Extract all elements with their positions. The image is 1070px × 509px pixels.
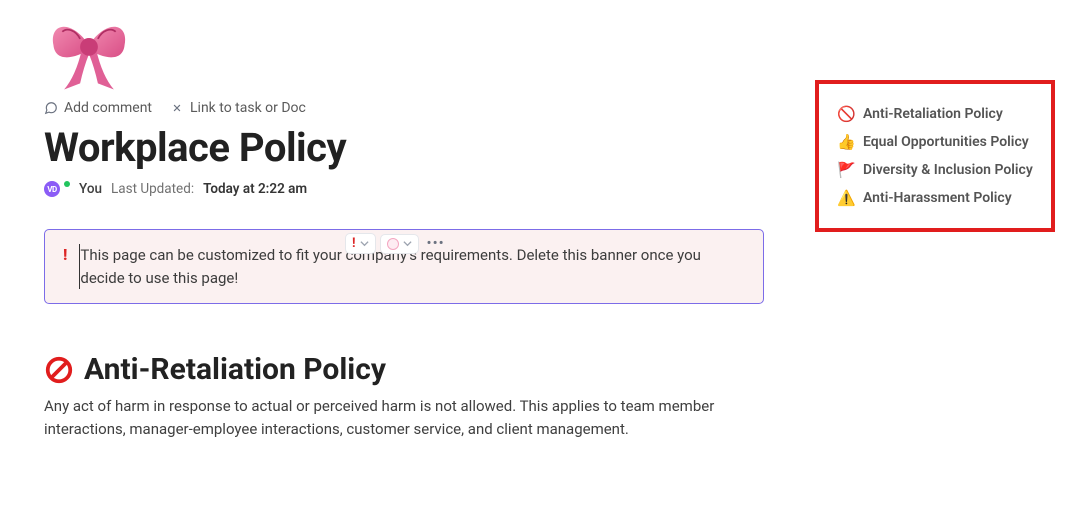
- outline-label: Anti-Harassment Policy: [863, 190, 1012, 206]
- outline-item-equal-opportunities[interactable]: 👍 Equal Opportunities Policy: [837, 128, 1037, 156]
- outline-label: Diversity & Inclusion Policy: [863, 162, 1033, 178]
- outline-item-diversity-inclusion[interactable]: 🚩 Diversity & Inclusion Policy: [837, 156, 1037, 184]
- add-comment-label: Add comment: [64, 100, 152, 116]
- avatar[interactable]: VD: [44, 181, 60, 197]
- page-title: Workplace Policy: [44, 124, 764, 171]
- flag-icon: 🚩: [837, 161, 855, 179]
- outline-item-anti-harassment[interactable]: ⚠️ Anti-Harassment Policy: [837, 184, 1037, 212]
- chevron-down-icon: [403, 239, 412, 248]
- page-controls: ! •••: [345, 233, 449, 254]
- no-sign-icon: 🚫: [837, 105, 855, 123]
- outline-item-anti-retaliation[interactable]: 🚫 Anti-Retaliation Policy: [837, 100, 1037, 128]
- updated-prefix: Last Updated:: [111, 181, 194, 197]
- add-comment-button[interactable]: Add comment: [44, 100, 152, 116]
- more-button[interactable]: •••: [423, 233, 449, 254]
- section-heading: Anti-Retaliation Policy: [84, 352, 386, 387]
- author-label: You: [79, 181, 102, 197]
- online-dot-icon: [64, 181, 70, 187]
- section-anti-retaliation: Anti-Retaliation Policy Any act of harm …: [44, 352, 764, 442]
- meta-row: VD You Last Updated: Today at 2:22 am: [44, 181, 764, 197]
- exclamation-icon: !: [63, 244, 67, 266]
- exclamation-icon: !: [352, 237, 356, 250]
- outline-panel: 🚫 Anti-Retaliation Policy 👍 Equal Opport…: [815, 80, 1055, 232]
- thumbs-up-icon: 👍: [837, 133, 855, 151]
- chevron-down-icon: [360, 239, 369, 248]
- priority-dropdown[interactable]: !: [345, 233, 376, 254]
- status-circle-icon: [387, 238, 399, 250]
- link-task-label: Link to task or Doc: [190, 100, 306, 116]
- action-row: Add comment Link to task or Doc: [44, 98, 764, 122]
- link-task-button[interactable]: Link to task or Doc: [170, 100, 306, 116]
- updated-time: Today at 2:22 am: [203, 181, 307, 197]
- outline-label: Anti-Retaliation Policy: [863, 106, 1003, 122]
- status-dropdown[interactable]: [380, 234, 419, 254]
- page-icon[interactable]: [44, 14, 134, 94]
- comment-icon: [44, 101, 58, 115]
- no-sign-icon: [44, 355, 74, 385]
- outline-label: Equal Opportunities Policy: [863, 134, 1029, 150]
- section-body: Any act of harm in response to actual or…: [44, 395, 764, 442]
- warning-icon: ⚠️: [837, 189, 855, 207]
- link-arrows-icon: [170, 101, 184, 115]
